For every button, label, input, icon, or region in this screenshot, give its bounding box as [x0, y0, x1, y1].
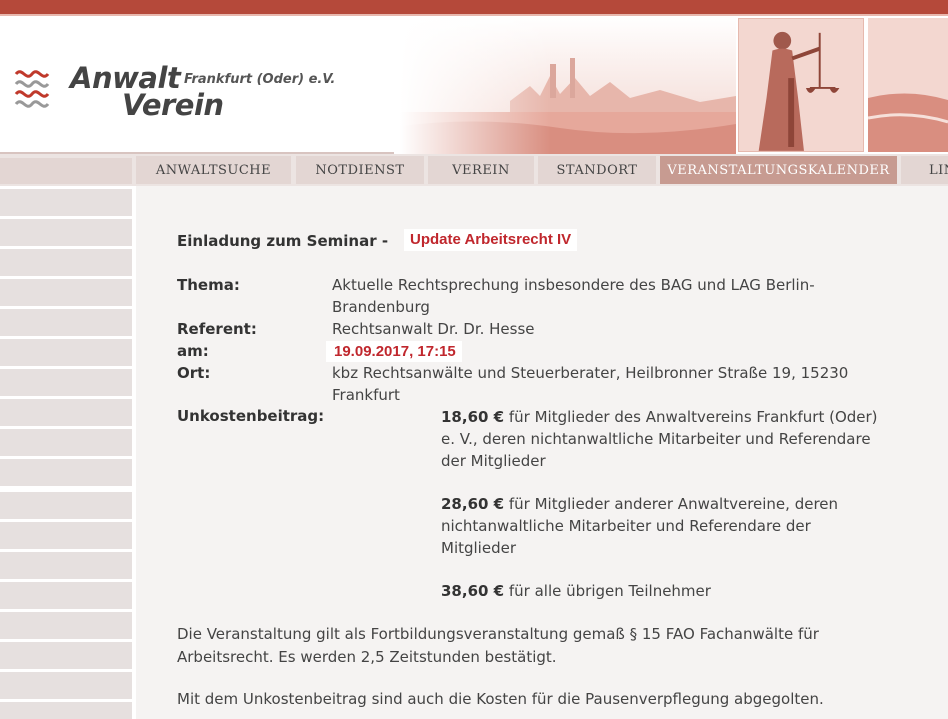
top-brand-bar: [0, 0, 948, 14]
fee-text: für alle übrigen Teilnehmer: [504, 582, 711, 600]
fee-text: für Mitglieder des Anwaltvereins Frankfu…: [441, 408, 878, 470]
sidebar-item[interactable]: [0, 672, 132, 699]
fee-amount: 18,60 €: [441, 408, 505, 426]
header-landscape-image: [400, 16, 736, 154]
sidebar-item[interactable]: [0, 249, 132, 276]
sidebar-item[interactable]: [0, 522, 132, 549]
sidebar-item[interactable]: [0, 429, 132, 456]
logo-wave-icon: [14, 70, 50, 108]
sidebar-item[interactable]: [0, 219, 132, 246]
beitrag-label: Unkostenbeitrag:: [177, 407, 325, 425]
sidebar-item[interactable]: [0, 642, 132, 669]
nav-item-verein[interactable]: VEREIN: [428, 156, 534, 184]
logo-location: Frankfurt (Oder) e.V.: [184, 72, 336, 87]
fee-item: 38,60 € für alle übrigen Teilnehmer: [441, 580, 881, 602]
site-header: Anwalt Frankfurt (Oder) e.V. Verein: [0, 16, 948, 154]
sidebar-item[interactable]: [0, 279, 132, 306]
fee-item: 28,60 € für Mitglieder anderer Anwaltver…: [441, 493, 881, 559]
fee-amount: 38,60 €: [441, 582, 505, 600]
referent-value: Rechtsanwalt Dr. Dr. Hesse: [332, 320, 535, 338]
nav-item-anwaltsuche[interactable]: ANWALTSUCHE: [136, 156, 291, 184]
justitia-statue-image: [738, 18, 864, 152]
date-value: 19.09.2017, 17:15: [326, 341, 462, 362]
header-river-image: [868, 18, 948, 152]
seminar-title-prefix: Einladung zum Seminar -: [177, 232, 389, 250]
sidebar-item[interactable]: [0, 399, 132, 426]
sidebar-item[interactable]: [0, 339, 132, 366]
sidebar-item[interactable]: [0, 189, 132, 216]
logo-text-verein: Verein: [122, 88, 224, 122]
nav-item-links[interactable]: LIN: [901, 156, 948, 184]
sidebar-item[interactable]: [0, 702, 132, 719]
seminar-title-highlight: Update Arbeitsrecht IV: [404, 229, 578, 251]
nav-blank-cell: [0, 158, 132, 184]
ort-value: kbz Rechtsanwälte und Steuerberater, Hei…: [332, 364, 849, 404]
thema-label: Thema:: [177, 276, 240, 294]
nav-item-veranstaltungskalender[interactable]: VERANSTALTUNGSKALENDER: [660, 156, 897, 184]
fee-item: 18,60 € für Mitglieder des Anwaltvereins…: [441, 406, 881, 472]
referent-label: Referent:: [177, 320, 257, 338]
ort-label: Ort:: [177, 364, 211, 382]
fee-amount: 28,60 €: [441, 495, 505, 513]
nav-item-standort[interactable]: STANDORT: [538, 156, 656, 184]
info-paragraph: Mit dem Unkostenbeitrag sind auch die Ko…: [177, 690, 824, 708]
thema-value: Aktuelle Rechtsprechung insbesondere des…: [332, 276, 815, 316]
sidebar: [0, 186, 132, 719]
sidebar-item[interactable]: [0, 309, 132, 336]
nav-item-notdienst[interactable]: NOTDIENST: [296, 156, 424, 184]
date-label: am:: [177, 342, 209, 360]
sidebar-item[interactable]: [0, 612, 132, 639]
sidebar-item[interactable]: [0, 582, 132, 609]
sidebar-item[interactable]: [0, 459, 132, 486]
sidebar-item[interactable]: [0, 492, 132, 519]
sidebar-item[interactable]: [0, 369, 132, 396]
info-paragraph: Die Veranstaltung gilt als Fortbildungsv…: [177, 625, 819, 666]
sidebar-item[interactable]: [0, 552, 132, 579]
